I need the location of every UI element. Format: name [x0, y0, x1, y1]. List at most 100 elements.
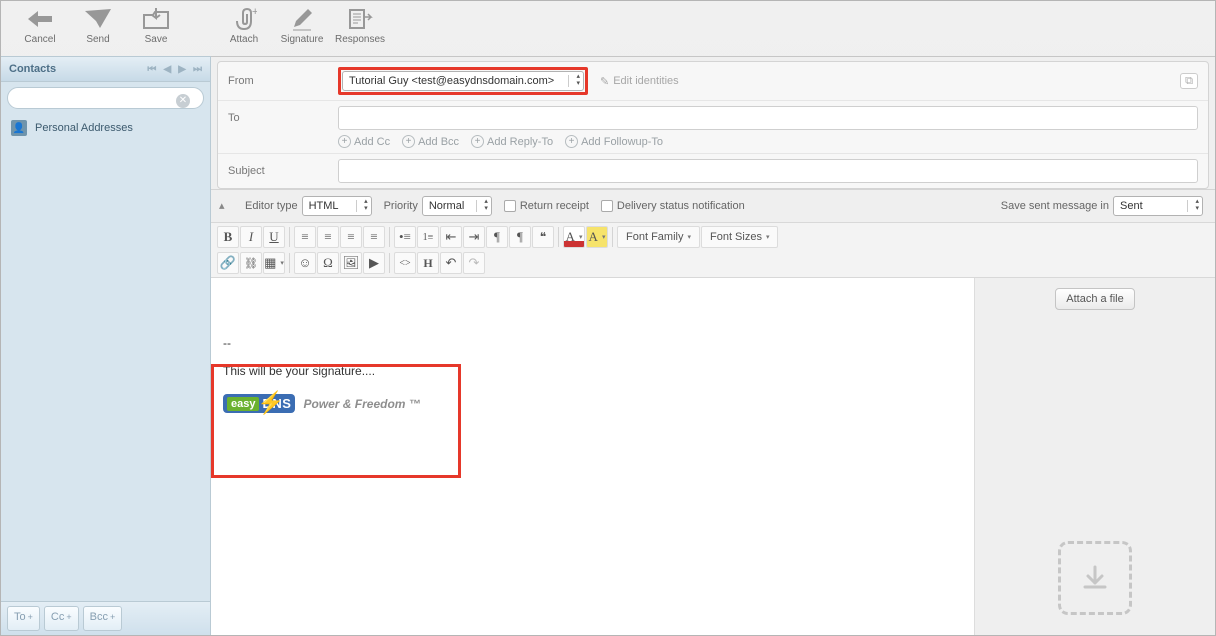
unlink-button[interactable]: ⛓ [240, 252, 262, 274]
bold-button[interactable]: B [217, 226, 239, 248]
to-row: To [218, 100, 1208, 135]
attachment-dropzone[interactable] [1058, 541, 1132, 615]
signature-label: Signature [273, 34, 331, 45]
font-size-select[interactable]: Font Sizes▾ [701, 226, 778, 248]
find-button[interactable]: H [417, 252, 439, 274]
bg-color-button[interactable]: A▾ [586, 226, 608, 248]
cancel-label: Cancel [11, 34, 69, 45]
save-in-label: Save sent message in [1001, 200, 1109, 212]
priority-select[interactable]: Normal▴▾ [422, 196, 492, 216]
table-button[interactable]: ▦▾ [263, 252, 285, 274]
clear-search-icon[interactable]: ✕ [176, 94, 190, 108]
underline-button[interactable]: U [263, 226, 285, 248]
signature-line: This will be your signature.... [223, 364, 962, 378]
insert-to-button[interactable]: To+ [7, 606, 40, 631]
align-center-button[interactable]: ≡ [317, 226, 339, 248]
pencil-icon [273, 5, 331, 33]
nav-prev-icon[interactable]: ◀ [163, 64, 171, 75]
align-right-button[interactable]: ≡ [340, 226, 362, 248]
signature-button[interactable]: Signature [273, 5, 331, 45]
special-char-button[interactable]: Ω [317, 252, 339, 274]
edit-identities-link[interactable]: ✎ Edit identities [600, 75, 679, 88]
editor-toolbar: B I U ≡ ≡ ≡ ≡ •≡ 1≡ ⇤ ⇥ ¶ ¶ ❝ A▾ A▾ Font… [211, 222, 1215, 278]
signature-highlight [211, 364, 461, 478]
indent-button[interactable]: ⇥ [463, 226, 485, 248]
save-label: Save [127, 34, 185, 45]
compose-options-bar: ▴ Editor type HTML▴▾ Priority Normal▴▾ R… [211, 189, 1215, 222]
image-button[interactable]: 🖼 [340, 252, 362, 274]
add-header-row: +Add Cc +Add Bcc +Add Reply-To +Add Foll… [218, 135, 1208, 153]
rtl-button[interactable]: ¶ [509, 226, 531, 248]
nav-next-icon[interactable]: ▶ [178, 64, 186, 75]
return-receipt-checkbox[interactable] [504, 200, 516, 212]
expand-headers-icon[interactable]: ⧉ [1180, 73, 1198, 89]
compose-main: From Tutorial Guy <test@easydnsdomain.co… [211, 56, 1215, 635]
number-list-button[interactable]: 1≡ [417, 226, 439, 248]
collapse-options-icon[interactable]: ▴ [219, 199, 233, 213]
responses-label: Responses [331, 34, 389, 45]
main-toolbar: Cancel Send Save + Attach Signature Resp… [1, 1, 1215, 56]
attachments-pane: Attach a file [975, 278, 1215, 635]
font-family-select[interactable]: Font Family▾ [617, 226, 700, 248]
link-button[interactable]: 🔗 [217, 252, 239, 274]
send-button[interactable]: Send [69, 5, 127, 45]
save-button[interactable]: Save [127, 5, 185, 45]
paper-plane-icon [69, 5, 127, 33]
back-arrow-icon [11, 5, 69, 33]
contact-search-input[interactable] [7, 87, 204, 109]
addressbook-icon: 👤 [11, 120, 27, 136]
svg-text:+: + [252, 7, 257, 18]
text-color-button[interactable]: A▾ [563, 226, 585, 248]
nav-last-icon[interactable]: ⏭ [193, 64, 202, 75]
save-in-select[interactable]: Sent▴▾ [1113, 196, 1203, 216]
add-bcc-button[interactable]: +Add Bcc [402, 135, 459, 148]
editor-type-select[interactable]: HTML▴▾ [302, 196, 372, 216]
addressbook-label: Personal Addresses [35, 122, 133, 134]
insert-cc-button[interactable]: Cc+ [44, 606, 79, 631]
insert-bcc-button[interactable]: Bcc+ [83, 606, 123, 631]
nav-first-icon[interactable]: ⏮ [147, 64, 156, 75]
align-left-button[interactable]: ≡ [294, 226, 316, 248]
bullet-list-button[interactable]: •≡ [394, 226, 416, 248]
attach-button[interactable]: + Attach [215, 5, 273, 45]
source-button[interactable]: <> [394, 252, 416, 274]
responses-button[interactable]: Responses [331, 5, 389, 45]
ltr-button[interactable]: ¶ [486, 226, 508, 248]
attach-label: Attach [215, 34, 273, 45]
addressbook-item-personal[interactable]: 👤 Personal Addresses [1, 114, 210, 142]
add-followup-button[interactable]: +Add Followup-To [565, 135, 663, 148]
return-receipt-label: Return receipt [520, 200, 589, 212]
from-identity-select[interactable]: Tutorial Guy <test@easydnsdomain.com>▴▾ [342, 71, 584, 91]
emoji-button[interactable]: ☺ [294, 252, 316, 274]
to-input[interactable] [338, 106, 1198, 130]
message-body-editor[interactable]: -- This will be your signature.... easy … [211, 278, 975, 635]
from-row: From Tutorial Guy <test@easydnsdomain.co… [218, 62, 1208, 100]
logo-tagline: Power & Freedom ™ [303, 397, 420, 411]
italic-button[interactable]: I [240, 226, 262, 248]
contacts-header: Contacts ⏮ ◀ ▶ ⏭ [1, 57, 210, 82]
align-justify-button[interactable]: ≡ [363, 226, 385, 248]
add-cc-button[interactable]: +Add Cc [338, 135, 390, 148]
undo-button[interactable]: ↶ [440, 252, 462, 274]
attach-file-button[interactable]: Attach a file [1055, 288, 1134, 310]
media-button[interactable]: ▶ [363, 252, 385, 274]
dsn-label: Delivery status notification [617, 200, 745, 212]
priority-label: Priority [384, 200, 418, 212]
blockquote-button[interactable]: ❝ [532, 226, 554, 248]
redo-button[interactable]: ↷ [463, 252, 485, 274]
outdent-button[interactable]: ⇤ [440, 226, 462, 248]
dsn-checkbox[interactable] [601, 200, 613, 212]
to-label: To [228, 112, 338, 124]
cancel-button[interactable]: Cancel [11, 5, 69, 45]
paperclip-plus-icon: + [215, 5, 273, 33]
from-label: From [228, 75, 338, 87]
contacts-nav: ⏮ ◀ ▶ ⏭ [143, 63, 202, 75]
subject-label: Subject [228, 165, 338, 177]
add-reply-button[interactable]: +Add Reply-To [471, 135, 553, 148]
editor-type-label: Editor type [245, 200, 298, 212]
subject-row: Subject [218, 153, 1208, 188]
logo-easy: easy [227, 397, 259, 411]
bolt-icon: ⚡ [257, 390, 284, 416]
subject-input[interactable] [338, 159, 1198, 183]
signature-separator: -- [223, 336, 962, 350]
